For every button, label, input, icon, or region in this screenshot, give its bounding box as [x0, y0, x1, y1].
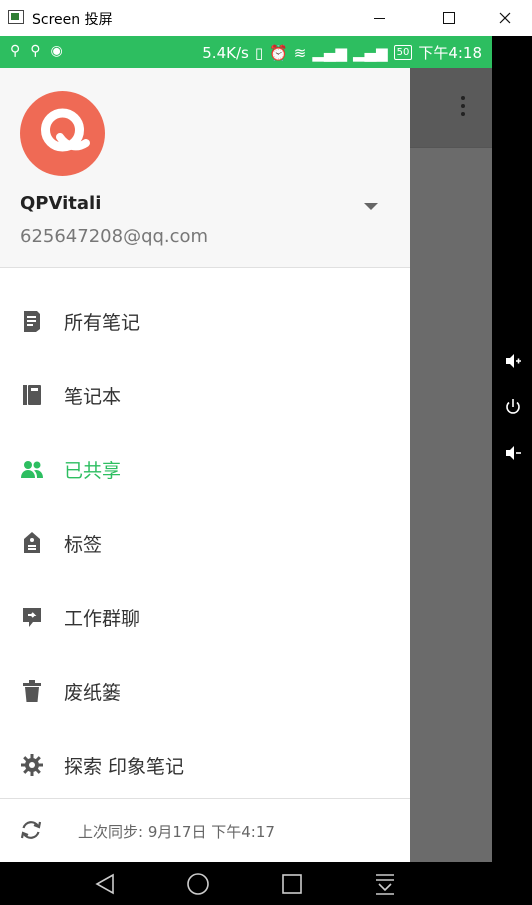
usb-icon: ⚲: [10, 43, 21, 59]
notebook-icon: [20, 383, 44, 407]
nav-item-label: 所有笔记: [64, 311, 141, 334]
signal-icon: ▂▄▆: [312, 43, 347, 62]
avatar[interactable]: [20, 91, 105, 176]
nav-item-label: 废纸篓: [64, 681, 122, 704]
maximize-button[interactable]: [426, 0, 472, 36]
side-controls: [492, 36, 532, 905]
wifi-icon: ≋: [293, 43, 307, 62]
volume-down-button[interactable]: [504, 444, 522, 462]
pull-down-icon: [376, 874, 394, 895]
close-button[interactable]: [482, 0, 528, 36]
menu-button[interactable]: [373, 872, 397, 896]
minimize-button[interactable]: [356, 0, 402, 36]
back-icon: [95, 873, 114, 895]
nav-item-label: 标签: [64, 533, 103, 556]
account-dropdown-icon[interactable]: [360, 200, 382, 214]
nav-item-work-chat[interactable]: 工作群聊: [0, 580, 410, 654]
window-titlebar: Screen 投屏: [0, 0, 532, 36]
gear-icon: [20, 753, 44, 777]
nav-item-label: 工作群聊: [64, 607, 141, 630]
overflow-menu-icon[interactable]: [461, 96, 465, 120]
android-nav-bar: [0, 862, 492, 905]
volume-up-icon: [506, 354, 521, 368]
user-email: 625647208@qq.com: [20, 226, 209, 247]
sync-bar[interactable]: 上次同步: 9月17日 下午4:17: [0, 798, 410, 862]
sync-icon[interactable]: [20, 819, 42, 841]
power-button[interactable]: [504, 398, 522, 416]
drawer-nav: 所有笔记 笔记本 已共享 标签 工作群聊 废纸篓 探索 印象笔记: [0, 284, 410, 802]
volume-up-button[interactable]: [504, 352, 522, 370]
avatar-q-logo: [41, 108, 90, 152]
app-screen: QPVitali 625647208@qq.com 所有笔记 笔记本 已共享 标…: [0, 68, 492, 862]
signal-2-icon: ▂▄▆: [352, 43, 388, 62]
vibrate-icon: ▯: [254, 43, 264, 62]
recent-apps-button[interactable]: [280, 872, 304, 896]
shared-people-icon: [20, 457, 44, 481]
back-button[interactable]: [93, 872, 117, 896]
home-button[interactable]: [186, 872, 210, 896]
user-name: QPVitali: [20, 193, 102, 214]
home-icon: [187, 873, 209, 895]
close-icon: [499, 12, 511, 24]
last-sync-text: 上次同步: 9月17日 下午4:17: [78, 823, 275, 841]
status-left-icons: ⚲ ⚲ ◉: [10, 43, 63, 59]
nav-item-label: 已共享: [64, 459, 122, 482]
volume-down-icon: [506, 446, 521, 460]
recent-apps-icon: [282, 874, 302, 894]
status-bar: ⚲ ⚲ ◉ 5.4K/s ▯ ⏰ ≋ ▂▄▆ ▂▄▆ 50 下午4:18: [0, 36, 492, 68]
phone-frame: ⚲ ⚲ ◉ 5.4K/s ▯ ⏰ ≋ ▂▄▆ ▂▄▆ 50 下午4:18 QPV…: [0, 36, 492, 905]
power-icon: [506, 399, 520, 414]
battery-indicator: 50: [393, 45, 413, 60]
status-right: 5.4K/s ▯ ⏰ ≋ ▂▄▆ ▂▄▆ 50 下午4:18: [202, 42, 482, 63]
nav-item-trash[interactable]: 废纸篓: [0, 654, 410, 728]
nav-item-label: 探索 印象笔记: [64, 755, 185, 778]
window-title: Screen 投屏: [32, 12, 113, 28]
network-speed: 5.4K/s: [202, 43, 249, 62]
tag-icon: [20, 531, 44, 555]
alarm-icon: ⏰: [269, 43, 288, 62]
usb-debug-icon: ⚲: [30, 43, 41, 59]
navigation-drawer: QPVitali 625647208@qq.com 所有笔记 笔记本 已共享 标…: [0, 68, 410, 862]
note-icon: [20, 309, 44, 333]
trash-icon: [20, 679, 44, 703]
app-icon: [8, 10, 24, 24]
work-chat-icon: [20, 605, 44, 629]
nav-item-shared[interactable]: 已共享: [0, 432, 410, 506]
nav-item-tags[interactable]: 标签: [0, 506, 410, 580]
nav-item-label: 笔记本: [64, 385, 122, 408]
drawer-header: QPVitali 625647208@qq.com: [0, 68, 410, 268]
background-toolbar: [410, 68, 492, 148]
nav-item-notebooks[interactable]: 笔记本: [0, 358, 410, 432]
android-icon: ◉: [50, 43, 63, 59]
nav-item-all-notes[interactable]: 所有笔记: [0, 284, 410, 358]
status-time: 下午4:18: [418, 44, 482, 62]
nav-item-explore[interactable]: 探索 印象笔记: [0, 728, 410, 802]
